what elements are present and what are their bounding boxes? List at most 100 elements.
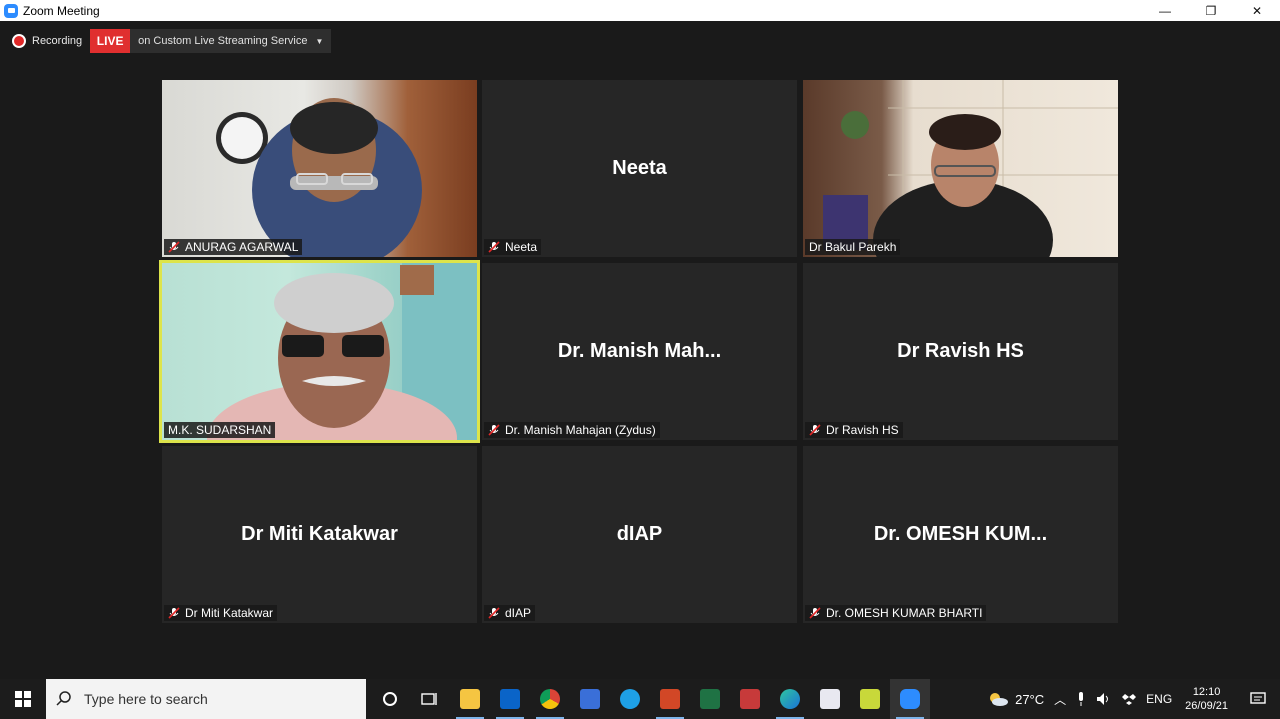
microphone-icon[interactable] xyxy=(1071,692,1091,706)
participant-tile-neeta[interactable]: Neeta Neeta xyxy=(482,80,797,257)
cortana-button[interactable] xyxy=(370,679,410,719)
zoom-icon xyxy=(900,689,920,709)
participant-name-tag: Neeta xyxy=(484,239,542,255)
notification-center-icon[interactable] xyxy=(1236,692,1280,706)
participant-tile-ravish-hs[interactable]: Dr Ravish HS Dr Ravish HS xyxy=(803,263,1118,440)
mic-muted-icon xyxy=(488,424,500,436)
search-icon xyxy=(56,691,71,706)
start-button[interactable] xyxy=(0,679,46,719)
restore-button[interactable]: ❐ xyxy=(1188,0,1234,21)
mic-muted-icon xyxy=(488,607,500,619)
participant-name-tag: ANURAG AGARWAL xyxy=(164,239,303,255)
participant-tile-diap[interactable]: dIAP dIAP xyxy=(482,446,797,623)
taskbar-app-sticky-notes[interactable] xyxy=(850,679,890,719)
taskbar-app-paint[interactable] xyxy=(810,679,850,719)
internet-explorer-icon xyxy=(620,689,640,709)
participant-name-tag: Dr Miti Katakwar xyxy=(164,605,278,621)
live-badge[interactable]: LIVE xyxy=(90,29,131,53)
taskbar-app-powerpoint[interactable] xyxy=(650,679,690,719)
folder-icon xyxy=(460,689,480,709)
mic-muted-icon xyxy=(809,424,821,436)
participant-name-tag: dIAP xyxy=(484,605,536,621)
recording-bar: Recording LIVE on Custom Live Streaming … xyxy=(8,29,332,53)
sticky-notes-icon xyxy=(860,689,880,709)
participant-video-anurag-agarwal xyxy=(216,98,422,257)
participant-name: ANURAG AGARWAL xyxy=(185,240,299,254)
taskbar-app-outlook[interactable] xyxy=(490,679,530,719)
participant-name-tag: M.K. SUDARSHAN xyxy=(164,422,276,438)
participant-name: Dr Miti Katakwar xyxy=(185,606,274,620)
taskbar-app-media-player[interactable] xyxy=(570,679,610,719)
mic-muted-icon xyxy=(168,607,180,619)
system-tray: 27°C ︿ ENG 12:10 26/09/21 xyxy=(982,679,1280,719)
cortana-circle-icon xyxy=(383,692,397,706)
participant-tile-manish-mahajan[interactable]: Dr. Manish Mah... Dr. Manish Mahajan (Zy… xyxy=(482,263,797,440)
taskbar-app-zoom[interactable] xyxy=(890,679,930,719)
participant-name-tag: Dr Ravish HS xyxy=(805,422,903,438)
zoom-app-icon xyxy=(4,3,18,18)
recording-icon xyxy=(12,34,26,48)
weather-cloud-icon xyxy=(990,693,1009,706)
task-view-icon xyxy=(421,693,437,705)
participant-tile-omesh-kumar-bharti[interactable]: Dr. OMESH KUM... Dr. OMESH KUMAR BHARTI xyxy=(803,446,1118,623)
taskbar-app-file-explorer[interactable] xyxy=(450,679,490,719)
taskbar-app-excel[interactable] xyxy=(690,679,730,719)
taskbar-app-chrome[interactable] xyxy=(530,679,570,719)
participant-name: Neeta xyxy=(505,240,538,254)
clock-time: 12:10 xyxy=(1192,686,1221,698)
weather-widget[interactable]: 27°C xyxy=(982,691,1049,707)
chrome-icon xyxy=(540,689,560,709)
window-controls: — ❐ ✕ xyxy=(1142,0,1280,21)
participant-tile-bakul-parekh[interactable]: Dr Bakul Parekh xyxy=(803,80,1118,257)
participant-display-name: Dr. Manish Mah... xyxy=(557,340,722,362)
weather-temperature: 27°C xyxy=(1015,691,1045,707)
recording-label: Recording xyxy=(32,35,83,47)
outlook-icon xyxy=(500,689,520,709)
taskbar-search-box[interactable]: Type here to search xyxy=(46,679,366,719)
excel-icon xyxy=(700,689,720,709)
snipping-tool-icon xyxy=(740,689,760,709)
chevron-up-icon[interactable]: ︿ xyxy=(1049,691,1071,708)
chevron-down-icon: ▼ xyxy=(315,36,324,46)
taskbar-app-snipping-tool[interactable] xyxy=(730,679,770,719)
windows-taskbar: Type here to search 27°C ︿ ENG 12:10 26/… xyxy=(0,679,1280,719)
streaming-service-label: on Custom Live Streaming Service xyxy=(138,35,308,47)
speaker-icon[interactable] xyxy=(1091,692,1117,706)
minimize-button[interactable]: — xyxy=(1142,0,1188,21)
window-title: Zoom Meeting xyxy=(23,3,100,18)
close-button[interactable]: ✕ xyxy=(1234,0,1280,21)
participant-tile-miti-katakwar[interactable]: Dr Miti Katakwar Dr Miti Katakwar xyxy=(162,446,477,623)
taskbar-clock[interactable]: 12:10 26/09/21 xyxy=(1177,685,1236,713)
participant-tile-mk-sudarshan[interactable]: M.K. SUDARSHAN xyxy=(159,260,480,443)
edge-icon xyxy=(780,689,800,709)
participant-name: Dr. OMESH KUMAR BHARTI xyxy=(826,606,983,620)
title-bar: Zoom Meeting — ❐ ✕ xyxy=(0,0,1280,21)
participant-display-name: Dr Miti Katakwar xyxy=(241,523,398,545)
mic-muted-icon xyxy=(168,241,180,253)
participant-name: M.K. SUDARSHAN xyxy=(168,423,272,437)
taskbar-app-edge[interactable] xyxy=(770,679,810,719)
participant-video-mk-sudarshan xyxy=(207,263,477,440)
participant-display-name: Dr Ravish HS xyxy=(897,340,1024,362)
language-indicator[interactable]: ENG xyxy=(1141,692,1177,706)
participant-display-name: dIAP xyxy=(616,523,663,545)
participant-display-name: Dr. OMESH KUM... xyxy=(873,523,1048,545)
participant-video-bakul-parekh xyxy=(823,80,1118,257)
mic-muted-icon xyxy=(488,241,500,253)
participant-tile-anurag-agarwal[interactable]: ANURAG AGARWAL xyxy=(162,80,477,257)
participant-name: Dr. Manish Mahajan (Zydus) xyxy=(505,423,656,437)
dropbox-icon[interactable] xyxy=(1117,693,1141,705)
taskbar-app-internet-explorer[interactable] xyxy=(610,679,650,719)
participant-name-tag: Dr. Manish Mahajan (Zydus) xyxy=(484,422,660,438)
participant-name: Dr Bakul Parekh xyxy=(809,240,897,254)
powerpoint-icon xyxy=(660,689,680,709)
participant-name: dIAP xyxy=(505,606,532,620)
streaming-service-dropdown[interactable]: on Custom Live Streaming Service ▼ xyxy=(130,29,332,53)
task-view-button[interactable] xyxy=(410,679,450,719)
participant-name-tag: Dr. OMESH KUMAR BHARTI xyxy=(805,605,987,621)
participant-name-tag: Dr Bakul Parekh xyxy=(805,239,901,255)
search-placeholder: Type here to search xyxy=(84,691,208,707)
windows-logo-icon xyxy=(15,691,31,707)
media-player-icon xyxy=(580,689,600,709)
participant-display-name: Neeta xyxy=(612,157,667,179)
